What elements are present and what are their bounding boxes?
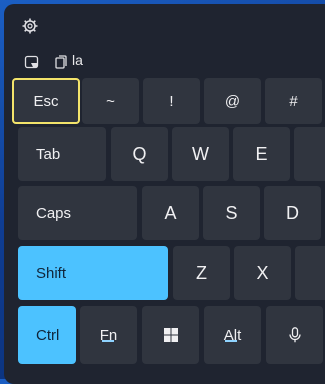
microphone-icon: [288, 327, 301, 343]
r-key-partial[interactable]: [294, 127, 325, 181]
exclamation-key[interactable]: !: [143, 78, 200, 124]
keyboard-layout-icon[interactable]: [24, 54, 40, 70]
shift-key[interactable]: Shift: [18, 246, 168, 300]
esc-key[interactable]: Esc: [12, 78, 80, 124]
tilde-key[interactable]: ~: [82, 78, 139, 124]
fn-indicator: [102, 340, 114, 342]
alt-indicator: [225, 340, 237, 342]
at-key[interactable]: @: [204, 78, 261, 124]
x-key[interactable]: X: [234, 246, 291, 300]
caps-key[interactable]: Caps: [18, 186, 137, 240]
z-key[interactable]: Z: [173, 246, 230, 300]
microphone-key[interactable]: [266, 306, 323, 364]
s-key[interactable]: S: [203, 186, 260, 240]
windows-key[interactable]: [142, 306, 199, 364]
d-key[interactable]: D: [264, 186, 321, 240]
gear-icon[interactable]: [22, 18, 38, 34]
q-key[interactable]: Q: [111, 127, 168, 181]
language-label[interactable]: la: [72, 52, 83, 68]
e-key[interactable]: E: [233, 127, 290, 181]
touch-keyboard-panel: la Esc ~ ! @ # Tab Q W E Caps A S D Shif…: [4, 4, 325, 384]
keyboard-titlebar: [4, 4, 325, 46]
tab-key[interactable]: Tab: [18, 127, 106, 181]
w-key[interactable]: W: [172, 127, 229, 181]
ctrl-key[interactable]: Ctrl: [18, 306, 76, 364]
keyboard-toolbar: la: [4, 46, 325, 78]
alt-key[interactable]: Alt: [204, 306, 261, 364]
c-key-partial[interactable]: [295, 246, 325, 300]
a-key[interactable]: A: [142, 186, 199, 240]
fn-key[interactable]: Fn: [80, 306, 137, 364]
clipboard-icon[interactable]: [54, 54, 70, 70]
windows-logo-icon: [163, 328, 178, 342]
hash-key[interactable]: #: [265, 78, 322, 124]
